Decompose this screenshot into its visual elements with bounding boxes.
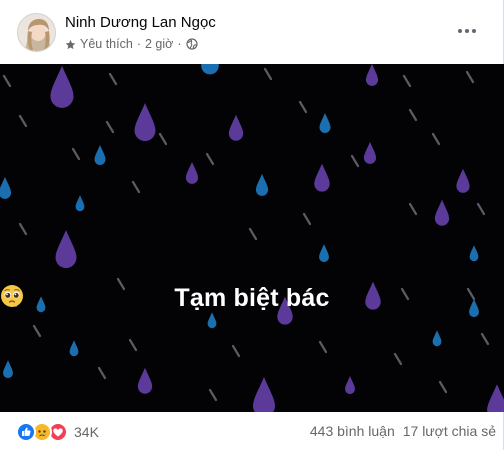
meta-separator: ·: [136, 37, 141, 51]
like-reaction-icon: [16, 422, 36, 442]
post-header: Ninh Dương Lan Ngọc Yêu thích · 2 giờ ·: [0, 0, 504, 64]
author-avatar[interactable]: [17, 13, 56, 52]
shares-count[interactable]: 17 lượt chia sẻ: [403, 423, 496, 439]
meta-separator-2: ·: [177, 37, 182, 51]
avatar-image: [18, 14, 55, 51]
raindrops: [0, 64, 504, 412]
post-footer: 34K 443 bình luận 17 lượt chia sẻ: [0, 412, 504, 450]
more-options-button[interactable]: [453, 20, 481, 42]
reactions-summary[interactable]: 34K: [16, 422, 99, 442]
globe-icon: [185, 38, 198, 50]
audience-label[interactable]: Yêu thích: [80, 37, 133, 51]
more-horizontal-icon: [458, 29, 476, 33]
post-image[interactable]: Tạm biệt bác: [0, 64, 504, 412]
author-name[interactable]: Ninh Dương Lan Ngọc: [65, 14, 216, 31]
engagement-stats: 443 bình luận 17 lượt chia sẻ: [310, 423, 496, 439]
post-meta: Yêu thích · 2 giờ ·: [65, 36, 198, 52]
star-icon: [65, 39, 76, 49]
rain-background: [0, 64, 504, 412]
time-label[interactable]: 2 giờ: [145, 37, 173, 51]
post-card: Ninh Dương Lan Ngọc Yêu thích · 2 giờ ·: [0, 0, 504, 450]
comments-count[interactable]: 443 bình luận: [310, 423, 395, 439]
reaction-count[interactable]: 34K: [74, 424, 99, 440]
